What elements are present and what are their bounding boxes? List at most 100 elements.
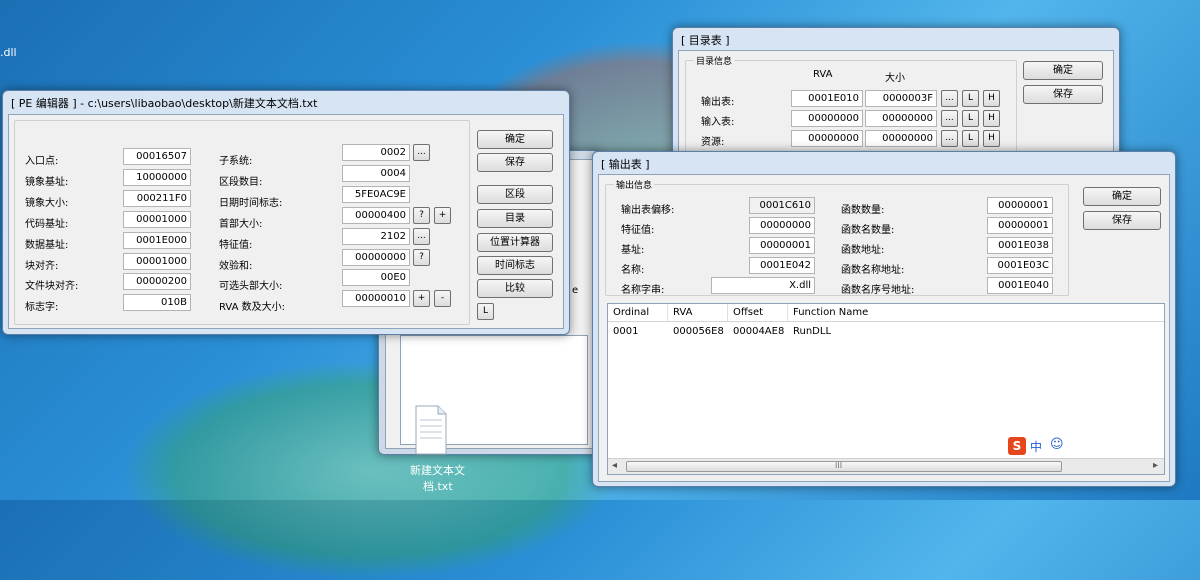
pe-directories-button[interactable]: 目录	[477, 209, 553, 228]
directory-title: [ 目录表 ]	[681, 34, 730, 47]
pe-right-label: 子系统:	[219, 156, 253, 167]
directory-row-label: 资源:	[701, 137, 725, 148]
export-group-title: 输出信息	[614, 178, 655, 191]
pe-left-field[interactable]: 010B	[123, 294, 191, 311]
scroll-right-arrow-icon[interactable]: ▸	[1153, 460, 1158, 471]
pe-checksum-help-button[interactable]: ?	[413, 249, 430, 266]
pe-right-label: 效验和:	[219, 261, 253, 272]
pe-right-field[interactable]: 00000000	[342, 249, 410, 266]
directory-size-field[interactable]: 00000000	[865, 130, 937, 147]
column-header-rva[interactable]: RVA	[668, 304, 728, 322]
export-left-label: 名称:	[621, 265, 645, 276]
directory-l-button[interactable]: L	[962, 90, 979, 107]
directory-rva-field[interactable]: 0001E010	[791, 90, 863, 107]
export-left-field[interactable]: 0001C610	[749, 197, 815, 214]
pe-editor-title: [ PE 编辑器 ] - c:\users\libaobao\desktop\新…	[11, 97, 318, 110]
pe-right-field[interactable]: 0004	[342, 165, 410, 182]
pe-left-field[interactable]: 00016507	[123, 148, 191, 165]
scrollbar-thumb[interactable]: III	[626, 461, 1062, 472]
export-save-button[interactable]: 保存	[1083, 211, 1161, 230]
export-left-field[interactable]: 00000001	[749, 237, 815, 254]
export-left-field[interactable]: 00000000	[749, 217, 815, 234]
scroll-left-arrow-icon[interactable]: ◂	[612, 460, 617, 471]
directory-row-label: 输出表:	[701, 97, 735, 108]
export-right-label: 函数名称地址:	[841, 265, 905, 276]
pe-left-field[interactable]: 00001000	[123, 211, 191, 228]
export-window[interactable]: [ 输出表 ] 输出信息 输出表偏移: 0001C610 特征值: 000000…	[592, 151, 1176, 487]
pe-right-field[interactable]: 2102	[342, 228, 410, 245]
pe-left-label: 镜象基址:	[25, 177, 69, 188]
directory-rva-field[interactable]: 00000000	[791, 130, 863, 147]
pe-sections-button[interactable]: 区段	[477, 185, 553, 204]
pe-save-button[interactable]: 保存	[477, 153, 553, 172]
column-header-function-name[interactable]: Function Name	[788, 304, 1164, 322]
horizontal-scrollbar[interactable]: ◂ III ▸	[608, 458, 1164, 474]
export-name-string-field[interactable]: X.dll	[711, 277, 815, 294]
pe-ok-button[interactable]: 确定	[477, 130, 553, 149]
directory-l-button[interactable]: L	[962, 110, 979, 127]
pe-left-field[interactable]: 0001E000	[123, 232, 191, 249]
directory-h-button[interactable]: H	[983, 130, 1000, 147]
directory-ok-button[interactable]: 确定	[1023, 61, 1103, 80]
pe-right-field[interactable]: 00000400	[342, 207, 410, 224]
cell-function-name: RunDLL	[793, 326, 832, 337]
ime-emoji-icon[interactable]: ☺	[1050, 437, 1064, 452]
pe-right-field[interactable]: 00000010	[342, 290, 410, 307]
sogou-logo-icon[interactable]: S	[1008, 437, 1026, 455]
export-right-field[interactable]: 0001E040	[987, 277, 1053, 294]
export-right-field[interactable]: 00000001	[987, 197, 1053, 214]
ime-chinese-mode-icon[interactable]: 中	[1030, 438, 1042, 455]
directory-h-button[interactable]: H	[983, 90, 1000, 107]
directory-h-button[interactable]: H	[983, 110, 1000, 127]
desktop-dll-label[interactable]: .dll	[0, 46, 17, 59]
pe-rva-plus-button[interactable]: +	[413, 290, 430, 307]
ime-toolbar[interactable]: S 中 ☺	[1008, 437, 1070, 455]
directory-window[interactable]: [ 目录表 ] 目录信息 RVA 大小 输出表: 0001E010 000000…	[672, 27, 1120, 162]
pe-right-field[interactable]: 0002	[342, 144, 410, 161]
pe-right-label: 可选头部大小:	[219, 281, 283, 292]
pe-header-size-plus-button[interactable]: +	[434, 207, 451, 224]
export-right-field[interactable]: 0001E038	[987, 237, 1053, 254]
column-header-ordinal[interactable]: Ordinal	[608, 304, 668, 322]
export-right-field[interactable]: 00000001	[987, 217, 1053, 234]
export-right-field[interactable]: 0001E03C	[987, 257, 1053, 274]
directory-browse-button[interactable]: ...	[941, 130, 958, 147]
pe-left-field[interactable]: 00001000	[123, 253, 191, 270]
pe-left-field[interactable]: 000211F0	[123, 190, 191, 207]
pe-time-stamp-button[interactable]: 时间标志	[477, 256, 553, 275]
export-right-label: 函数名数量:	[841, 225, 895, 236]
directory-l-button[interactable]: L	[962, 130, 979, 147]
directory-browse-button[interactable]: ...	[941, 110, 958, 127]
pe-editor-window[interactable]: [ PE 编辑器 ] - c:\users\libaobao\desktop\新…	[2, 90, 570, 335]
export-left-label: 特征值:	[621, 225, 655, 236]
cell-ordinal: 0001	[613, 326, 639, 337]
export-ok-button[interactable]: 确定	[1083, 187, 1161, 206]
directory-browse-button[interactable]: ...	[941, 90, 958, 107]
directory-size-field[interactable]: 0000003F	[865, 90, 937, 107]
cell-rva: 000056E8	[673, 326, 724, 337]
pe-subsystem-browse-button[interactable]: ...	[413, 144, 430, 161]
pe-header-size-help-button[interactable]: ?	[413, 207, 430, 224]
pe-characteristics-browse-button[interactable]: ...	[413, 228, 430, 245]
pe-left-label: 数据基址:	[25, 240, 69, 251]
column-header-offset[interactable]: Offset	[728, 304, 788, 322]
pe-l-button[interactable]: L	[477, 303, 494, 320]
directory-size-field[interactable]: 00000000	[865, 110, 937, 127]
export-function-list[interactable]: Ordinal RVA Offset Function Name 0001 00…	[607, 303, 1165, 475]
directory-rva-field[interactable]: 00000000	[791, 110, 863, 127]
table-row[interactable]: 0001 000056E8 00004AE8 RunDLL	[608, 324, 1164, 340]
directory-save-button[interactable]: 保存	[1023, 85, 1103, 104]
desktop-file-label-1[interactable]: 新建文本文	[410, 462, 465, 478]
pe-right-field[interactable]: 5FE0AC9E	[342, 186, 410, 203]
export-left-field[interactable]: 0001E042	[749, 257, 815, 274]
pe-left-field[interactable]: 00000200	[123, 273, 191, 290]
pe-right-field[interactable]: 00E0	[342, 269, 410, 286]
pe-location-calculator-button[interactable]: 位置计算器	[477, 233, 553, 252]
export-right-label: 函数名序号地址:	[841, 285, 915, 296]
desktop-file-label-2[interactable]: 档.txt	[423, 478, 453, 494]
pe-rva-minus-button[interactable]: -	[434, 290, 451, 307]
export-right-label: 函数数量:	[841, 205, 885, 216]
pe-right-label: 首部大小:	[219, 219, 263, 230]
pe-compare-button[interactable]: 比较	[477, 279, 553, 298]
pe-left-field[interactable]: 10000000	[123, 169, 191, 186]
